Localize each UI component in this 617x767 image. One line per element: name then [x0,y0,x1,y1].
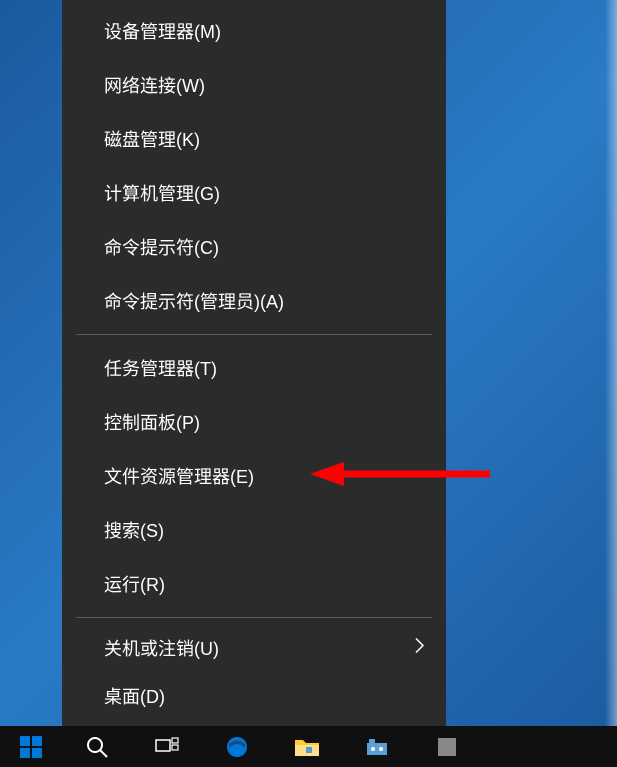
menu-label: 命令提示符(C) [104,234,219,260]
menu-label: 关机或注销(U) [104,635,219,661]
menu-label: 计算机管理(G) [104,180,220,206]
taskbar-file-explorer-button[interactable] [272,726,342,767]
taskbar [0,726,617,767]
folder-icon [294,736,320,758]
menu-divider [76,617,432,618]
start-button[interactable] [0,726,62,767]
menu-item-file-explorer[interactable]: 文件资源管理器(E) [62,449,446,503]
menu-item-control-panel[interactable]: 控制面板(P) [62,395,446,449]
menu-label: 任务管理器(T) [104,355,217,381]
edge-fade [605,0,617,726]
search-icon [86,736,108,758]
chevron-right-icon [415,637,424,660]
settings-icon [365,735,389,759]
menu-label: 磁盘管理(K) [104,126,200,152]
menu-divider [76,334,432,335]
menu-item-shutdown-signout[interactable]: 关机或注销(U) [62,624,446,672]
taskbar-app-button[interactable] [412,726,482,767]
menu-item-desktop[interactable]: 桌面(D) [62,672,446,720]
menu-label: 运行(R) [104,571,165,597]
taskbar-settings-button[interactable] [342,726,412,767]
menu-item-command-prompt[interactable]: 命令提示符(C) [62,220,446,274]
task-view-icon [155,737,179,757]
menu-label: 命令提示符(管理员)(A) [104,288,284,314]
menu-item-command-prompt-admin[interactable]: 命令提示符(管理员)(A) [62,274,446,328]
menu-label: 文件资源管理器(E) [104,463,254,489]
taskbar-search-button[interactable] [62,726,132,767]
taskbar-edge-button[interactable] [202,726,272,767]
menu-item-disk-management[interactable]: 磁盘管理(K) [62,112,446,166]
app-icon [436,736,458,758]
menu-item-run[interactable]: 运行(R) [62,557,446,611]
edge-icon [225,735,249,759]
winx-context-menu: 设备管理器(M) 网络连接(W) 磁盘管理(K) 计算机管理(G) 命令提示符(… [62,0,446,726]
menu-label: 控制面板(P) [104,409,200,435]
menu-item-network-connections[interactable]: 网络连接(W) [62,58,446,112]
taskbar-task-view-button[interactable] [132,726,202,767]
menu-item-device-manager[interactable]: 设备管理器(M) [62,4,446,58]
menu-label: 搜索(S) [104,517,164,543]
windows-icon [20,736,42,758]
menu-label: 网络连接(W) [104,72,205,98]
menu-label: 设备管理器(M) [104,18,221,44]
menu-item-search[interactable]: 搜索(S) [62,503,446,557]
menu-item-task-manager[interactable]: 任务管理器(T) [62,341,446,395]
menu-item-computer-management[interactable]: 计算机管理(G) [62,166,446,220]
menu-label: 桌面(D) [104,683,165,709]
